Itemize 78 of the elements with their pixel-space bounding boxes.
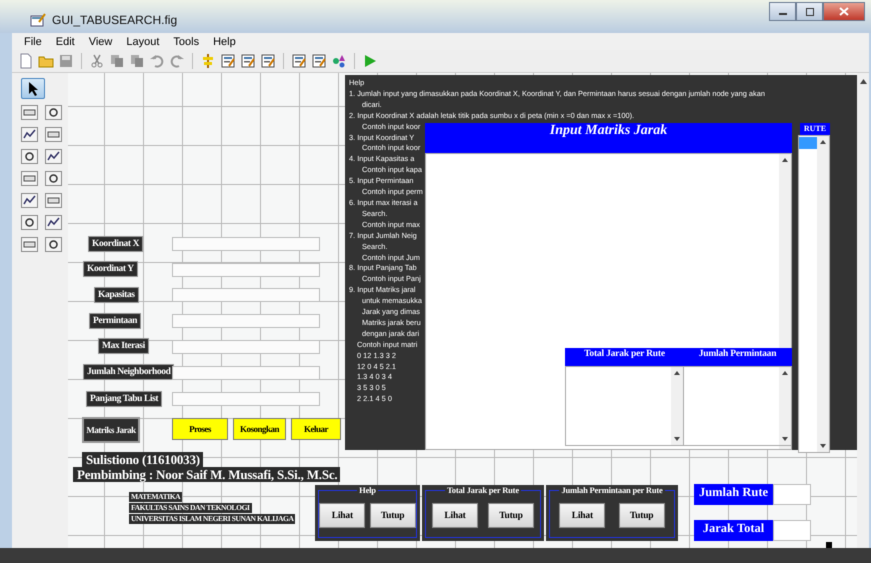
scroll-down-icon bbox=[782, 437, 788, 441]
field-label: Kapasitas bbox=[94, 287, 139, 303]
object-browser-icon[interactable] bbox=[331, 53, 347, 69]
cut-icon[interactable] bbox=[89, 53, 105, 69]
group-button[interactable]: Lihat bbox=[432, 503, 478, 528]
input-field[interactable] bbox=[172, 263, 320, 277]
menu-item[interactable]: File bbox=[24, 36, 42, 48]
minimize-button[interactable] bbox=[769, 2, 796, 21]
group-title: Total Jarak per Rute bbox=[445, 485, 521, 495]
select-tool-button[interactable] bbox=[21, 78, 45, 99]
editor-icon[interactable] bbox=[291, 53, 307, 69]
result-field[interactable] bbox=[773, 520, 811, 541]
property-inspector-icon[interactable] bbox=[311, 53, 327, 69]
input-field[interactable] bbox=[172, 288, 320, 302]
scroll-up-icon bbox=[860, 79, 866, 84]
tab-order-icon[interactable] bbox=[240, 53, 256, 69]
toolbar-editor-icon[interactable] bbox=[260, 53, 276, 69]
figure-icon bbox=[30, 12, 46, 26]
menu-item[interactable]: Help bbox=[213, 36, 236, 48]
route-listbox[interactable] bbox=[798, 135, 830, 453]
author-label: Sulistiono (11610033) bbox=[82, 452, 203, 467]
menu-item[interactable]: Layout bbox=[126, 36, 160, 48]
field-label: Jumlah Neighborhood bbox=[83, 364, 174, 380]
scroll-up-icon bbox=[782, 158, 788, 162]
input-field[interactable] bbox=[172, 366, 320, 380]
field-label: Panjang Tabu List bbox=[86, 391, 162, 407]
panel-header: RUTE bbox=[800, 123, 830, 135]
field-label: Koordinat Y bbox=[83, 261, 138, 277]
selected-row[interactable] bbox=[799, 137, 818, 149]
group-button[interactable]: Tutup bbox=[488, 503, 534, 528]
new-file-icon[interactable] bbox=[18, 53, 34, 69]
group-button[interactable]: Tutup bbox=[370, 503, 416, 528]
group-button[interactable]: Lihat bbox=[319, 503, 366, 528]
action-button[interactable]: Kosongkan bbox=[233, 418, 286, 440]
menu-item[interactable]: Tools bbox=[173, 36, 200, 48]
input-field[interactable] bbox=[172, 340, 320, 354]
group-button[interactable]: Tutup bbox=[618, 503, 665, 528]
copy-icon[interactable] bbox=[109, 53, 125, 69]
result-label: Jumlah Rute bbox=[694, 484, 773, 505]
scrollbar[interactable] bbox=[817, 136, 829, 452]
scroll-down-icon bbox=[674, 437, 680, 441]
scroll-up-icon bbox=[782, 371, 788, 375]
paste-icon[interactable] bbox=[129, 53, 145, 69]
input-field[interactable] bbox=[172, 392, 320, 406]
window-title: GUI_TABUSEARCH.fig bbox=[52, 12, 178, 26]
action-button[interactable]: Proses bbox=[172, 418, 228, 440]
menu-editor-icon[interactable] bbox=[220, 53, 236, 69]
group-button[interactable]: Lihat bbox=[559, 503, 606, 528]
field-label: Koordinat X bbox=[88, 236, 144, 252]
list-header: Total Jarak per Rute bbox=[565, 348, 684, 366]
align-icon[interactable] bbox=[200, 53, 216, 69]
group-title: Jumlah Permintaan per Rute bbox=[559, 485, 665, 495]
result-field[interactable] bbox=[773, 484, 811, 505]
maximize-button[interactable] bbox=[796, 2, 823, 21]
result-label: Jarak Total bbox=[694, 520, 773, 541]
action-button[interactable]: Keluar bbox=[291, 418, 341, 440]
maximize-icon bbox=[804, 8, 814, 16]
panel-header: Input Matriks Jarak bbox=[425, 123, 792, 153]
input-field[interactable] bbox=[172, 314, 320, 328]
scroll-down-icon bbox=[820, 444, 826, 448]
resize-handle[interactable] bbox=[826, 542, 832, 548]
menu-item[interactable]: Edit bbox=[56, 36, 75, 48]
run-icon[interactable] bbox=[362, 53, 378, 69]
menu-item[interactable]: View bbox=[88, 36, 112, 48]
list-header: Jumlah Permintaan bbox=[683, 348, 792, 366]
close-button[interactable] bbox=[823, 2, 865, 21]
close-icon bbox=[839, 7, 849, 16]
action-button[interactable]: Matriks Jarak bbox=[82, 417, 140, 443]
scroll-up-icon bbox=[674, 371, 680, 375]
scrollbar[interactable] bbox=[671, 367, 683, 445]
pointer-icon bbox=[27, 80, 39, 96]
field-label: Max Iterasi bbox=[98, 338, 149, 354]
field-label: Permintaan bbox=[89, 313, 142, 329]
input-field[interactable] bbox=[172, 237, 320, 251]
group-title: Help bbox=[357, 485, 378, 495]
scroll-up-icon bbox=[820, 140, 826, 144]
scrollbar[interactable] bbox=[779, 367, 791, 445]
supervisor-label: Pembimbing : Noor Saif M. Mussafi, S.Si., M.Sc. bbox=[73, 467, 340, 482]
